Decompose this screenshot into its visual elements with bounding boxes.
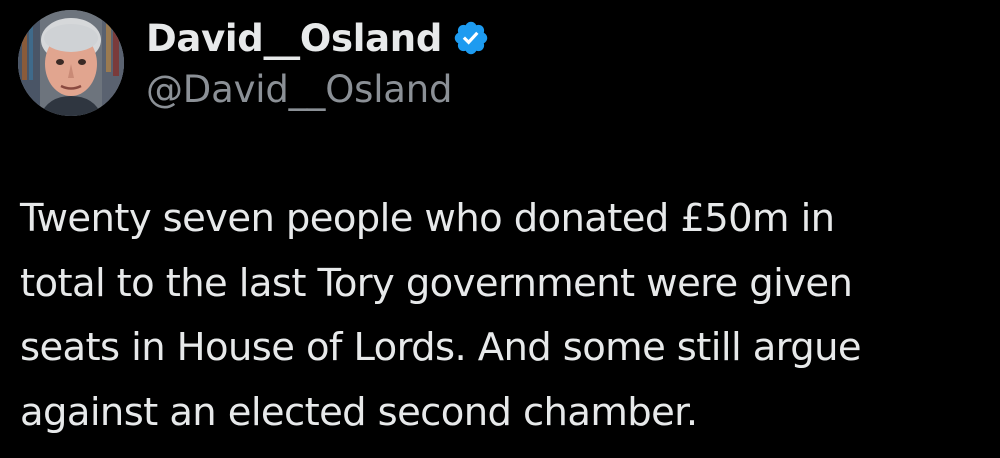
tweet-text-line: Twenty seven people who donated £50m in bbox=[20, 196, 835, 241]
tweet-text-line: seats in House of Lords. And some still … bbox=[20, 325, 862, 370]
display-name[interactable]: David__Osland bbox=[146, 17, 442, 60]
tweet-text: Twenty seven people who donated £50m in … bbox=[20, 187, 985, 445]
tweet-text-line: total to the last Tory government were g… bbox=[20, 260, 853, 306]
verified-badge-icon[interactable] bbox=[452, 19, 490, 57]
user-handle[interactable]: @David__Osland bbox=[146, 64, 453, 116]
author-name-row: David__Osland bbox=[146, 12, 490, 64]
avatar[interactable] bbox=[18, 10, 124, 116]
tweet-text-line: against an elected second chamber. bbox=[20, 389, 698, 435]
profile-photo-image bbox=[18, 10, 124, 116]
